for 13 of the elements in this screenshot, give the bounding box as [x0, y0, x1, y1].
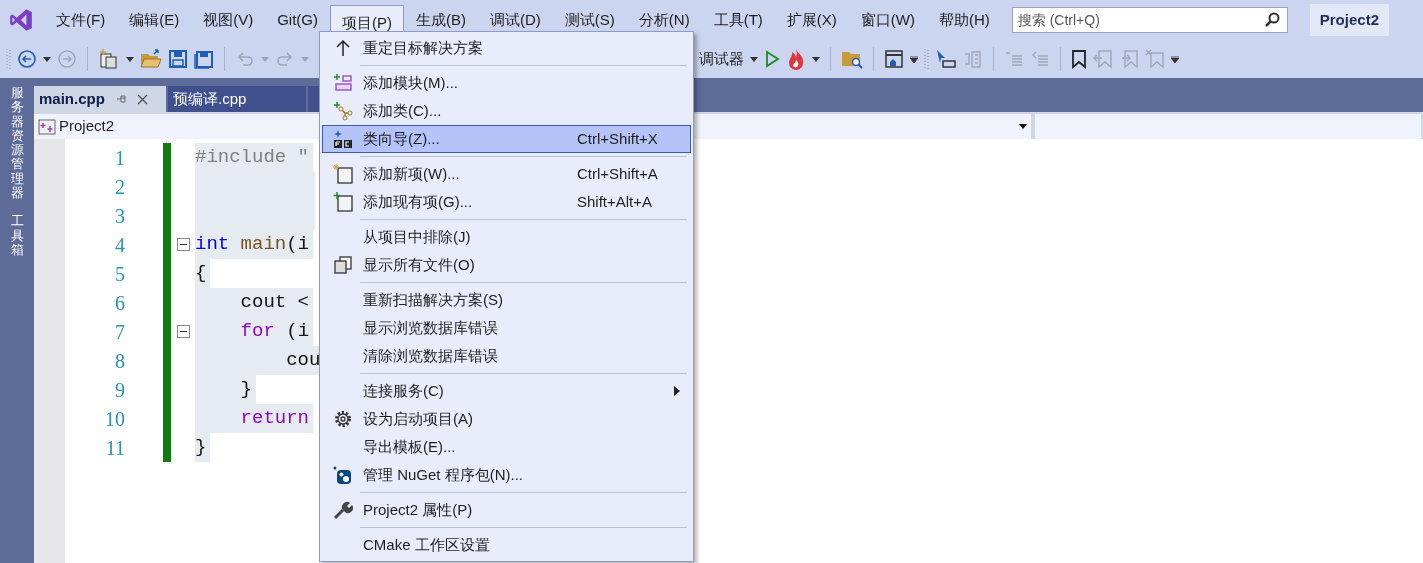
line-number: 10	[105, 406, 125, 432]
line-number: 6	[115, 290, 125, 316]
line-number: 11	[105, 435, 125, 461]
project-name-badge: Project2	[1309, 3, 1389, 37]
line-number: 9	[115, 377, 125, 403]
line-number: 7	[115, 319, 125, 345]
line-number: 4	[115, 232, 125, 258]
line-number: 2	[115, 174, 125, 200]
line-number: 1	[115, 145, 125, 171]
line-number: 8	[115, 348, 125, 374]
project-name: Project2	[59, 116, 115, 137]
line-number: 3	[115, 203, 125, 229]
line-number: 5	[115, 261, 125, 287]
